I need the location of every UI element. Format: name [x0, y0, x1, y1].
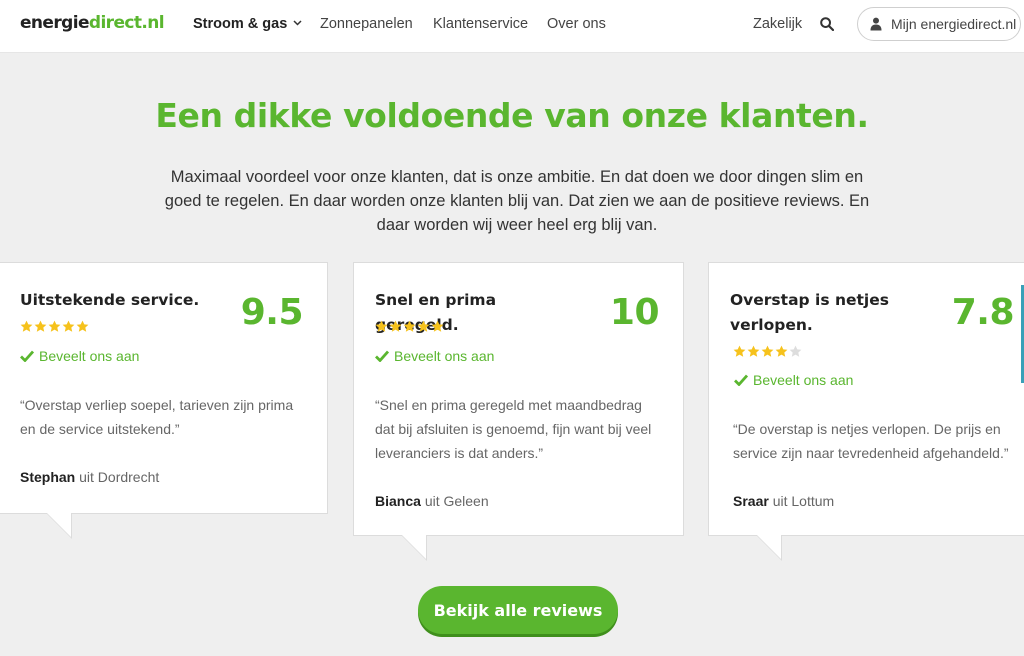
star-icon — [20, 320, 33, 332]
review-title: Uitstekende service. — [20, 291, 200, 309]
review-author: Stephan uit Dordrecht — [20, 469, 159, 485]
nav-over-ons[interactable]: Over ons — [547, 16, 606, 32]
page-title: Een dikke voldoende van onze klanten. — [155, 96, 869, 135]
star-icon — [375, 320, 388, 332]
review-quote: “Overstap verliep soepel, tarieven zijn … — [20, 397, 294, 437]
star-icon — [76, 320, 89, 332]
review-quote: “Snel en prima geregeld met maandbedrag … — [375, 397, 652, 461]
nav-label: Stroom & gas — [193, 16, 288, 32]
review-author: Sraar uit Lottum — [733, 493, 834, 509]
author-location: uit Dordrecht — [79, 469, 160, 485]
recommend-text: Beveelt ons aan — [753, 372, 854, 388]
star-rating — [375, 320, 444, 333]
star-icon — [389, 320, 402, 332]
check-icon — [375, 350, 389, 362]
author-name: Bianca — [375, 493, 421, 509]
nav-zakelijk[interactable]: Zakelijk — [753, 16, 802, 32]
author-location: uit Lottum — [772, 493, 835, 509]
recommend-label: Beveelt ons aan — [734, 372, 853, 388]
star-icon — [775, 345, 788, 357]
site-header: energiedirect.nl Stroom & gas Zonnepanel… — [0, 0, 1024, 53]
star-rating — [733, 345, 802, 358]
star-icon — [761, 345, 774, 357]
review-score: 9.5 — [240, 292, 304, 333]
star-icon — [48, 320, 61, 332]
review-card: Uitstekende service. 9.5 Beveelt ons aan… — [0, 262, 328, 539]
user-icon — [870, 17, 882, 31]
nav-klantenservice[interactable]: Klantenservice — [433, 16, 528, 32]
check-icon — [20, 350, 34, 362]
view-all-reviews-button[interactable]: Bekijk alle reviews — [418, 586, 618, 634]
nav-zonnepanelen[interactable]: Zonnepanelen — [320, 16, 413, 32]
intro-text: Maximaal voordeel voor onze klanten, dat… — [164, 168, 870, 234]
star-icon — [417, 320, 430, 332]
star-icon — [62, 320, 75, 332]
review-quote: “De overstap is netjes verlopen. De prij… — [733, 421, 1009, 461]
account-label: Mijn energiedirect.nl — [891, 16, 1017, 32]
recommend-label: Beveelt ons aan — [20, 348, 139, 364]
check-icon — [734, 374, 748, 386]
review-card: Overstap is netjes verlopen. 7.8 Beveelt… — [708, 262, 1024, 561]
review-card: Snel en prima geregeld. 10 Beveelt ons a… — [353, 262, 684, 561]
star-icon — [431, 320, 444, 332]
star-icon — [403, 320, 416, 332]
review-title: Overstap is netjes verlopen. — [730, 291, 889, 334]
logo[interactable]: energiedirect.nl — [20, 13, 165, 33]
recommend-text: Beveelt ons aan — [39, 348, 140, 364]
recommend-label: Beveelt ons aan — [375, 348, 494, 364]
author-location: uit Geleen — [424, 493, 489, 509]
star-icon — [747, 345, 760, 357]
nav-stroom-gas[interactable]: Stroom & gas — [193, 16, 302, 32]
author-name: Stephan — [20, 469, 76, 485]
review-author: Bianca uit Geleen — [375, 493, 489, 509]
recommend-text: Beveelt ons aan — [394, 348, 495, 364]
star-empty-icon — [789, 345, 802, 357]
my-account-button[interactable]: Mijn energiedirect.nl — [857, 7, 1021, 41]
star-icon — [34, 320, 47, 332]
author-name: Sraar — [733, 493, 769, 509]
review-score: 7.8 — [951, 292, 1015, 333]
star-rating — [20, 320, 89, 333]
star-icon — [733, 345, 746, 357]
search-icon[interactable] — [820, 17, 834, 31]
review-score: 10 — [609, 292, 660, 333]
chevron-down-icon — [293, 20, 302, 26]
